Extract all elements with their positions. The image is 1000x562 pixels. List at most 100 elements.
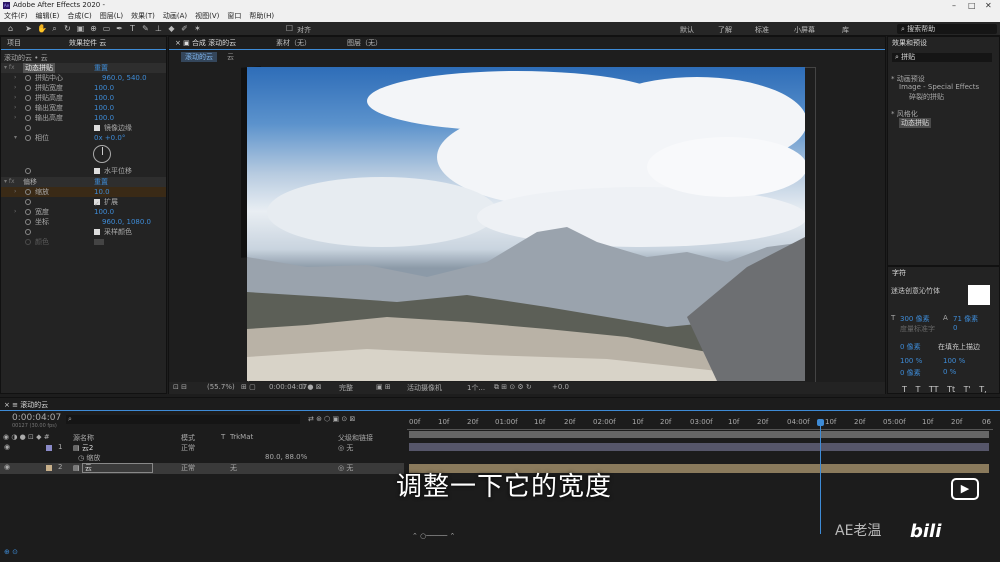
preset-tree-item[interactable]: 碎裂的拼贴	[909, 92, 944, 102]
menu-effect[interactable]: 效果(T)	[131, 12, 155, 20]
hand-tool-icon[interactable]: ✋	[37, 24, 47, 33]
maximize-icon[interactable]: □	[968, 0, 976, 11]
menu-window[interactable]: 窗口	[227, 12, 241, 20]
menu-animation[interactable]: 动画(A)	[163, 12, 187, 20]
selection-tool-icon[interactable]: ➤	[24, 24, 33, 33]
menu-composition[interactable]: 合成(C)	[67, 12, 91, 20]
tab-layer[interactable]: 图层（无）	[347, 37, 382, 49]
breadcrumb-layer[interactable]: 云	[227, 52, 234, 62]
effect-header-tile[interactable]: ▾ fx 动态拼贴 重置	[1, 63, 166, 73]
horizontal-scale-value[interactable]: 100 %	[943, 357, 965, 365]
search-help-input[interactable]: ⌕ 搜索帮助	[897, 24, 997, 34]
render-time-icon[interactable]: ⊕ ⊙	[4, 548, 18, 556]
menu-file[interactable]: 文件(F)	[4, 12, 28, 20]
layer1-duration-bar[interactable]	[409, 443, 989, 451]
tsume-value[interactable]: 0 %	[943, 368, 956, 376]
layer-row[interactable]: ◉ 1 ▤ 云2 正常 ◎ 无	[0, 443, 404, 453]
minimize-icon[interactable]: –	[952, 0, 956, 11]
effect-header-offset[interactable]: ▾ fx 偏移 重置	[1, 177, 166, 187]
grid-icon[interactable]: ⊞ ▢	[241, 383, 256, 391]
pen-tool-icon[interactable]: ✒	[115, 24, 124, 33]
kerning-value[interactable]: 度量标准字	[900, 324, 935, 334]
tab-composition[interactable]: × ▣ 合成 滚动的云	[175, 37, 236, 49]
timeline-frames: 00127 (30.00 fps)	[12, 423, 57, 429]
roto-brush-tool-icon[interactable]: ✐	[180, 24, 189, 33]
camera-tool-icon[interactable]: ▣	[76, 24, 85, 33]
tracking-value[interactable]: 0	[953, 324, 957, 332]
zoom-dropdown[interactable]: (55.7%)	[207, 383, 235, 391]
menu-layer[interactable]: 图层(L)	[100, 12, 123, 20]
work-area-bar[interactable]	[409, 431, 989, 438]
time-ruler[interactable]: 00f 10f 20f 01:00f 10f 20f 02:00f 10f 20…	[407, 416, 993, 430]
reset-link[interactable]: 重置	[94, 63, 108, 73]
workspace-standard[interactable]: 标准	[755, 25, 769, 35]
mirror-edges-checkbox[interactable]	[94, 125, 100, 131]
horizontal-shift-checkbox[interactable]	[94, 168, 100, 174]
home-icon[interactable]: ⌂	[6, 24, 15, 33]
column-trkmat: TrkMat	[230, 433, 254, 441]
phase-dial[interactable]	[93, 145, 111, 163]
rotate-tool-icon[interactable]: ↻	[63, 24, 72, 33]
layer-property-row[interactable]: ◷ 缩放 80.0, 88.0%	[0, 453, 404, 463]
ae-logo-icon: Ae	[3, 2, 10, 9]
leading-icon: A	[943, 314, 948, 322]
workspace-library[interactable]: 库	[842, 25, 849, 35]
puppet-tool-icon[interactable]: ✶	[193, 24, 202, 33]
workspace-small-screen[interactable]: 小屏幕	[794, 25, 815, 35]
preset-tree-item-selected[interactable]: 动态拼贴	[899, 118, 931, 128]
text-style-buttons[interactable]: T T TT Tt T' T,	[902, 385, 987, 394]
menu-edit[interactable]: 编辑(E)	[36, 12, 60, 20]
zoom-slider[interactable]: ⌃ ○───── ⌃	[412, 532, 455, 540]
tab-effect-controls[interactable]: 效果控件 云	[69, 37, 106, 49]
type-tool-icon[interactable]: T	[128, 24, 137, 33]
menu-view[interactable]: 视图(V)	[195, 12, 219, 20]
snapshot-icon[interactable]: ⌷ ● ⊠	[301, 383, 322, 392]
timeline-tab[interactable]: × ≡ 滚动的云	[4, 400, 48, 410]
eraser-tool-icon[interactable]: ◆	[167, 24, 176, 33]
workspace-default[interactable]: 默认	[680, 25, 694, 35]
leading-value[interactable]: 71 像素	[953, 314, 978, 324]
menu-bar: 文件(F) 编辑(E) 合成(C) 图层(L) 效果(T) 动画(A) 视图(V) 窗口 帮助(…	[0, 11, 1000, 22]
stroke-width-value[interactable]: 0 像素	[900, 342, 921, 352]
prop-tile-center: › 拼贴中心 960.0, 540.0	[14, 74, 147, 82]
menu-help[interactable]: 帮助(H)	[249, 12, 274, 20]
roi-icon[interactable]: ▣ ⊞	[376, 383, 391, 391]
layer-row-selected[interactable]: ◉ 2 ▤ 云 正常 无 ◎ 无	[0, 463, 404, 474]
baseline-shift-value[interactable]: 0 像素	[900, 368, 921, 378]
fill-color-swatch[interactable]	[968, 285, 990, 305]
tab-footage[interactable]: 素材（无）	[276, 37, 311, 49]
vertical-scale-value[interactable]: 100 %	[900, 357, 922, 365]
expand-checkbox[interactable]: ✓	[94, 199, 100, 208]
always-preview-icon[interactable]: ⊡ ⊟	[173, 383, 187, 391]
playhead[interactable]	[820, 419, 821, 534]
font-dropdown[interactable]: 迷迭创意沁竹体	[891, 286, 953, 295]
timeline-timecode[interactable]: 0:00:04:07	[12, 413, 61, 423]
workspace-learn[interactable]: 了解	[718, 25, 732, 35]
reset-link[interactable]: 重置	[94, 177, 108, 187]
clone-stamp-tool-icon[interactable]: ⊥	[154, 24, 163, 33]
timeline-switch-icons[interactable]: ⇄ ⊛ ⬡ ▣ ⊙ ⊠	[308, 415, 355, 423]
preset-tree-item[interactable]: Image - Special Effects	[899, 83, 979, 91]
sample-color-checkbox[interactable]	[94, 229, 100, 235]
rectangle-tool-icon[interactable]: ▭	[102, 24, 111, 33]
resolution-dropdown[interactable]: 完整	[339, 383, 353, 393]
snap-checkbox-icon[interactable]: ☐	[285, 24, 294, 33]
views-dropdown[interactable]: 1个...	[467, 383, 485, 393]
zoom-tool-icon[interactable]: ⌕	[50, 24, 59, 33]
pan-behind-tool-icon[interactable]: ⊕	[89, 24, 98, 33]
layer-search-input[interactable]: ⌕	[66, 415, 300, 424]
breadcrumb-comp[interactable]: 滚动的云	[181, 52, 217, 62]
close-icon[interactable]: ✕	[985, 0, 992, 11]
tab-project[interactable]: 项目	[7, 37, 21, 49]
column-t: T	[221, 433, 226, 441]
brush-tool-icon[interactable]: ✎	[141, 24, 150, 33]
playhead-handle[interactable]	[817, 419, 824, 426]
prop-coord: 坐标 960.0, 1080.0	[1, 217, 166, 227]
exposure-value[interactable]: +0.0	[552, 383, 569, 391]
color-swatch[interactable]	[94, 239, 104, 245]
stroke-type-dropdown[interactable]: 在填充上描边	[938, 342, 980, 352]
font-size-value[interactable]: 300 像素	[900, 314, 930, 324]
effects-search-input[interactable]: ⌕ 拼贴	[892, 53, 992, 62]
render-icons[interactable]: ⧉ ⊞ ⊙ ⚙ ↻	[494, 383, 532, 392]
camera-dropdown[interactable]: 活动摄像机	[407, 383, 442, 393]
